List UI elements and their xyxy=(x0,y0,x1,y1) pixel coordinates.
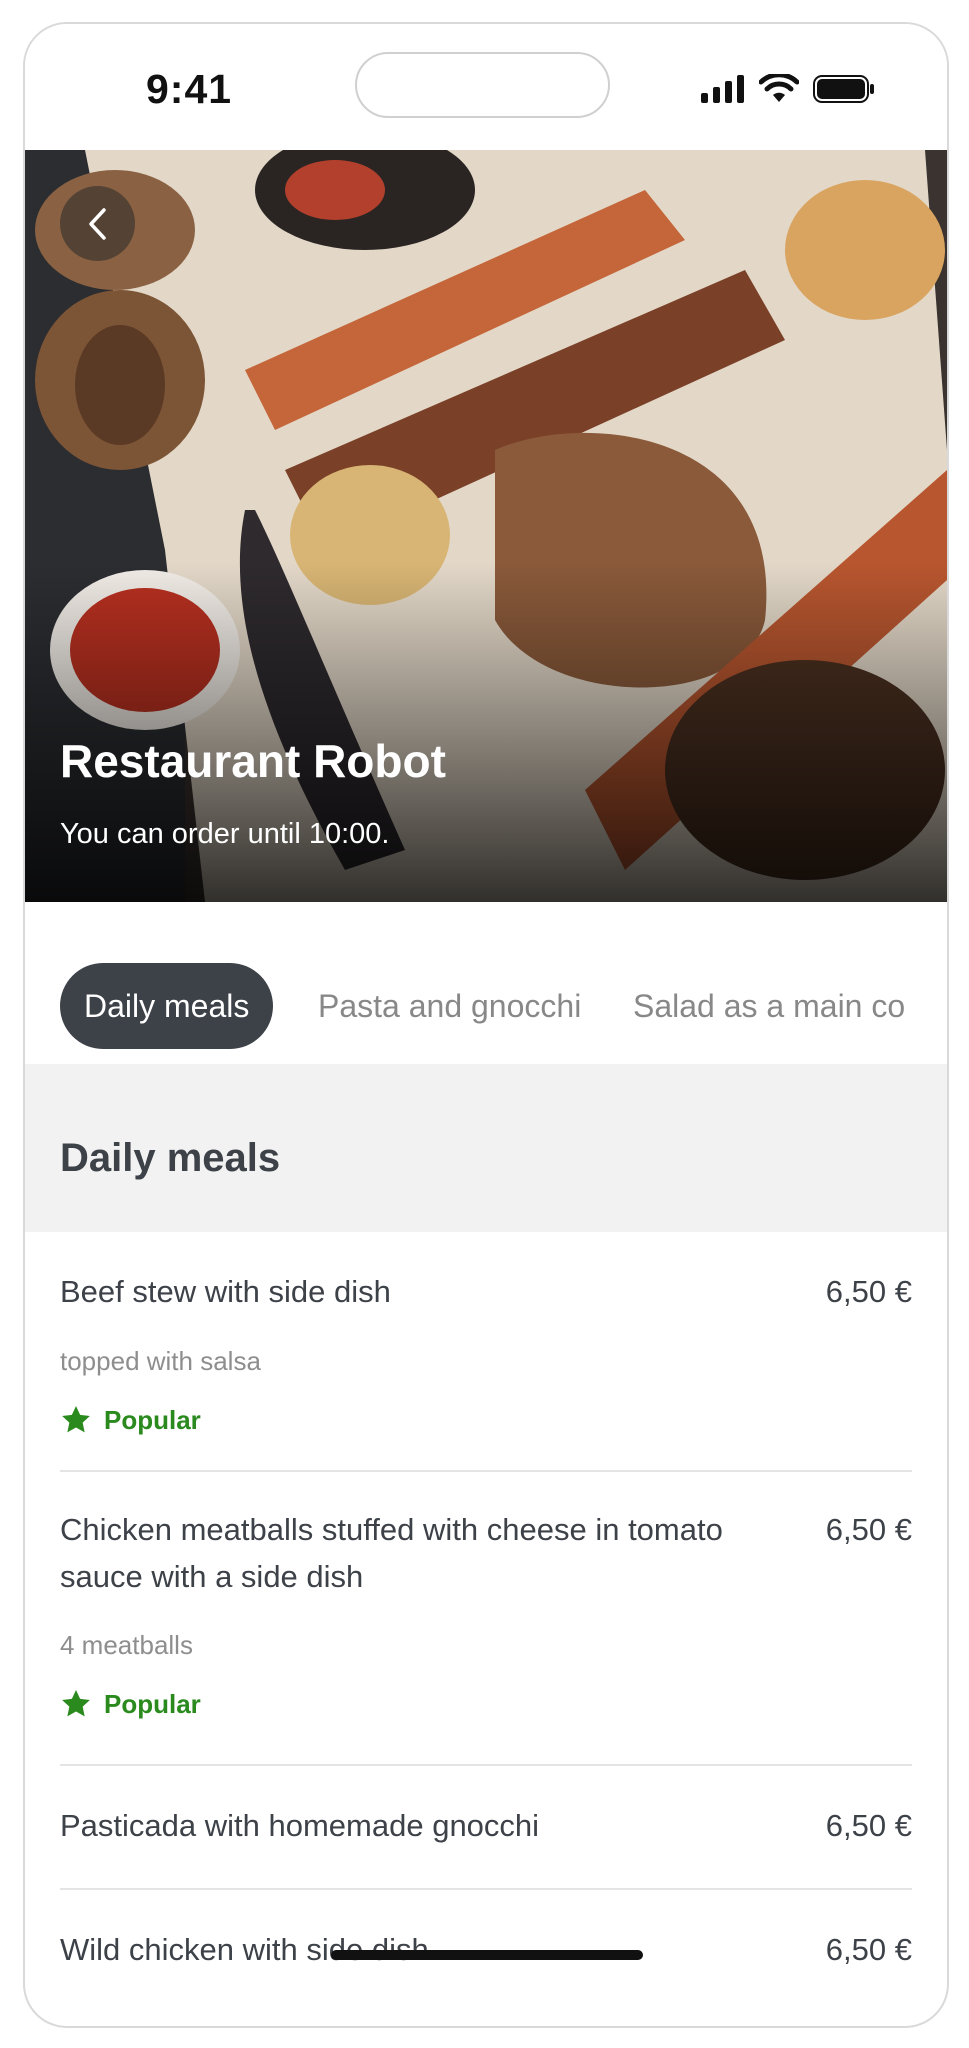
back-button[interactable] xyxy=(60,186,135,261)
menu-item-name: Beef stew with side dish xyxy=(60,1274,391,1309)
popular-badge: Popular xyxy=(60,1688,201,1720)
divider xyxy=(60,1764,912,1766)
status-bar: 9:41 xyxy=(25,24,947,150)
dynamic-island xyxy=(355,52,610,118)
menu-item-price: 6,50 € xyxy=(825,1808,912,1843)
battery-icon xyxy=(813,75,874,103)
menu-item-price: 6,50 € xyxy=(825,1932,912,1967)
section-header: Daily meals xyxy=(25,1064,947,1232)
menu-item-name: Pasticada with homemade gnocchi xyxy=(60,1808,540,1843)
star-icon xyxy=(62,1406,90,1433)
status-time: 9:41 xyxy=(146,66,233,112)
wifi-icon xyxy=(759,74,799,102)
menu-item[interactable]: Beef stew with side dish 6,50 € topped w… xyxy=(60,1268,912,1468)
menu-item[interactable]: Pasticada with homemade gnocchi 6,50 € xyxy=(60,1802,912,1862)
hero-gradient xyxy=(25,562,947,902)
tab-salad-main-course[interactable]: Salad as a main co xyxy=(633,963,905,1049)
popular-badge-label: Popular xyxy=(104,1404,201,1435)
tab-pasta-and-gnocchi[interactable]: Pasta and gnocchi xyxy=(318,963,581,1049)
order-deadline: You can order until 10:00. xyxy=(60,818,390,850)
phone-frame: 9:41 Restaurant Robot You can order unti… xyxy=(23,22,949,2028)
home-indicator xyxy=(331,1950,643,1960)
status-icons xyxy=(701,74,875,104)
popular-badge-label: Popular xyxy=(104,1688,201,1719)
menu-item-description: topped with salsa xyxy=(60,1346,261,1376)
menu-item-description: 4 meatballs xyxy=(60,1630,193,1660)
menu-item[interactable]: Chicken meatballs stuffed with cheese in… xyxy=(60,1506,912,1738)
section-title: Daily meals xyxy=(60,1136,281,1180)
divider xyxy=(60,1470,912,1472)
tab-daily-meals[interactable]: Daily meals xyxy=(60,963,274,1049)
menu-item-price: 6,50 € xyxy=(825,1512,912,1547)
star-icon xyxy=(62,1690,90,1717)
hero-banner: Restaurant Robot You can order until 10:… xyxy=(25,150,947,902)
menu-item-name: Chicken meatballs stuffed with cheese in… xyxy=(60,1512,723,1594)
chevron-left-icon xyxy=(88,207,106,240)
menu-item-price: 6,50 € xyxy=(825,1274,912,1309)
category-tabs: Daily meals Pasta and gnocchi Salad as a… xyxy=(25,902,947,1064)
restaurant-name: Restaurant Robot xyxy=(60,735,446,787)
signal-icon xyxy=(701,75,744,103)
divider xyxy=(60,1888,912,1890)
popular-badge: Popular xyxy=(60,1404,201,1436)
